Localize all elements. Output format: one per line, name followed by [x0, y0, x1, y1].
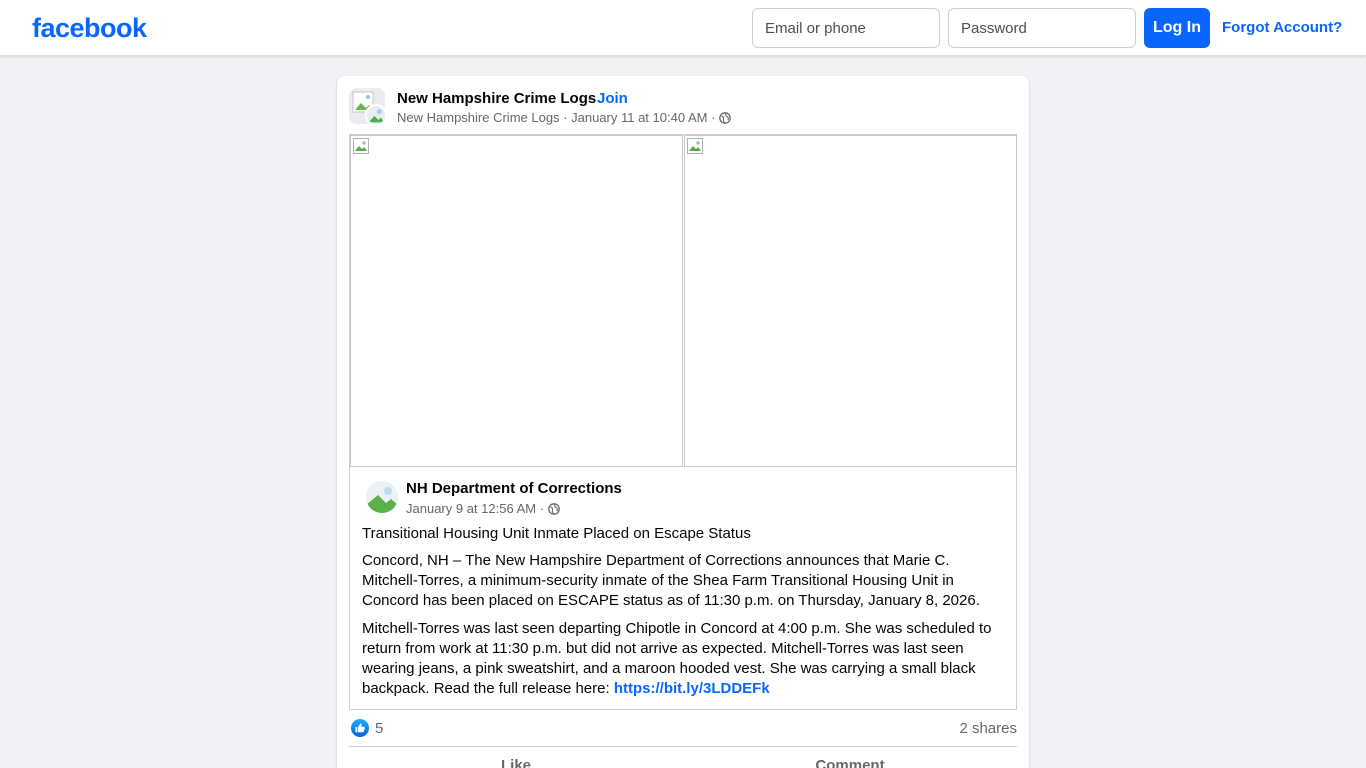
join-group-link[interactable]: Join: [597, 89, 628, 109]
shared-post-title: Transitional Housing Unit Inmate Placed …: [362, 525, 751, 542]
shares-count[interactable]: 2 shares: [959, 719, 1017, 739]
shared-post-paragraph-2: Mitchell-Torres was last seen departing …: [362, 619, 1002, 699]
actions-divider: [349, 746, 1017, 747]
shared-photo-1[interactable]: [350, 135, 683, 467]
separator-dot: ·: [587, 90, 592, 107]
email-input[interactable]: [752, 8, 940, 48]
globe-icon: [548, 503, 560, 515]
post-meta: New Hampshire Crime Logs · January 11 at…: [397, 109, 732, 127]
author-avatar-image-icon: [366, 481, 398, 513]
reactions-bar: 5 2 shares: [349, 718, 1017, 740]
shared-post[interactable]: NH Department of Corrections January 9 a…: [349, 134, 1017, 710]
group-avatar[interactable]: [349, 88, 385, 124]
broken-image-icon: [687, 138, 703, 154]
shared-author-avatar[interactable]: [366, 481, 398, 513]
like-count[interactable]: 5: [375, 719, 383, 739]
shared-post-paragraph-1: Concord, NH – The New Hampshire Departme…: [362, 552, 980, 609]
post-meta-text[interactable]: New Hampshire Crime Logs · January 11 at…: [397, 109, 715, 127]
shared-post-time[interactable]: January 9 at 12:56 AM ·: [406, 500, 544, 518]
group-name[interactable]: New Hampshire Crime Logs: [397, 89, 596, 109]
password-input[interactable]: [948, 8, 1136, 48]
shared-author-name[interactable]: NH Department of Corrections: [406, 479, 622, 499]
facebook-logo[interactable]: facebook: [32, 11, 147, 45]
like-button[interactable]: Like: [349, 756, 683, 768]
group-avatar-mini-icon: [365, 104, 385, 124]
forgot-account-link[interactable]: Forgot Account?: [1222, 18, 1342, 38]
post-card: New Hampshire Crime Logs · Join New Hamp…: [337, 76, 1029, 768]
top-bar: facebook Log In Forgot Account?: [0, 0, 1366, 56]
release-link[interactable]: https://bit.ly/3LDDEFk: [614, 680, 770, 697]
like-reaction-icon[interactable]: [351, 719, 369, 737]
globe-icon: [719, 112, 732, 124]
broken-image-icon: [353, 138, 369, 154]
login-button[interactable]: Log In: [1144, 8, 1210, 48]
shared-photo-2[interactable]: [684, 135, 1017, 467]
shared-post-meta: January 9 at 12:56 AM ·: [406, 500, 560, 518]
comment-button[interactable]: Comment: [683, 756, 1017, 768]
